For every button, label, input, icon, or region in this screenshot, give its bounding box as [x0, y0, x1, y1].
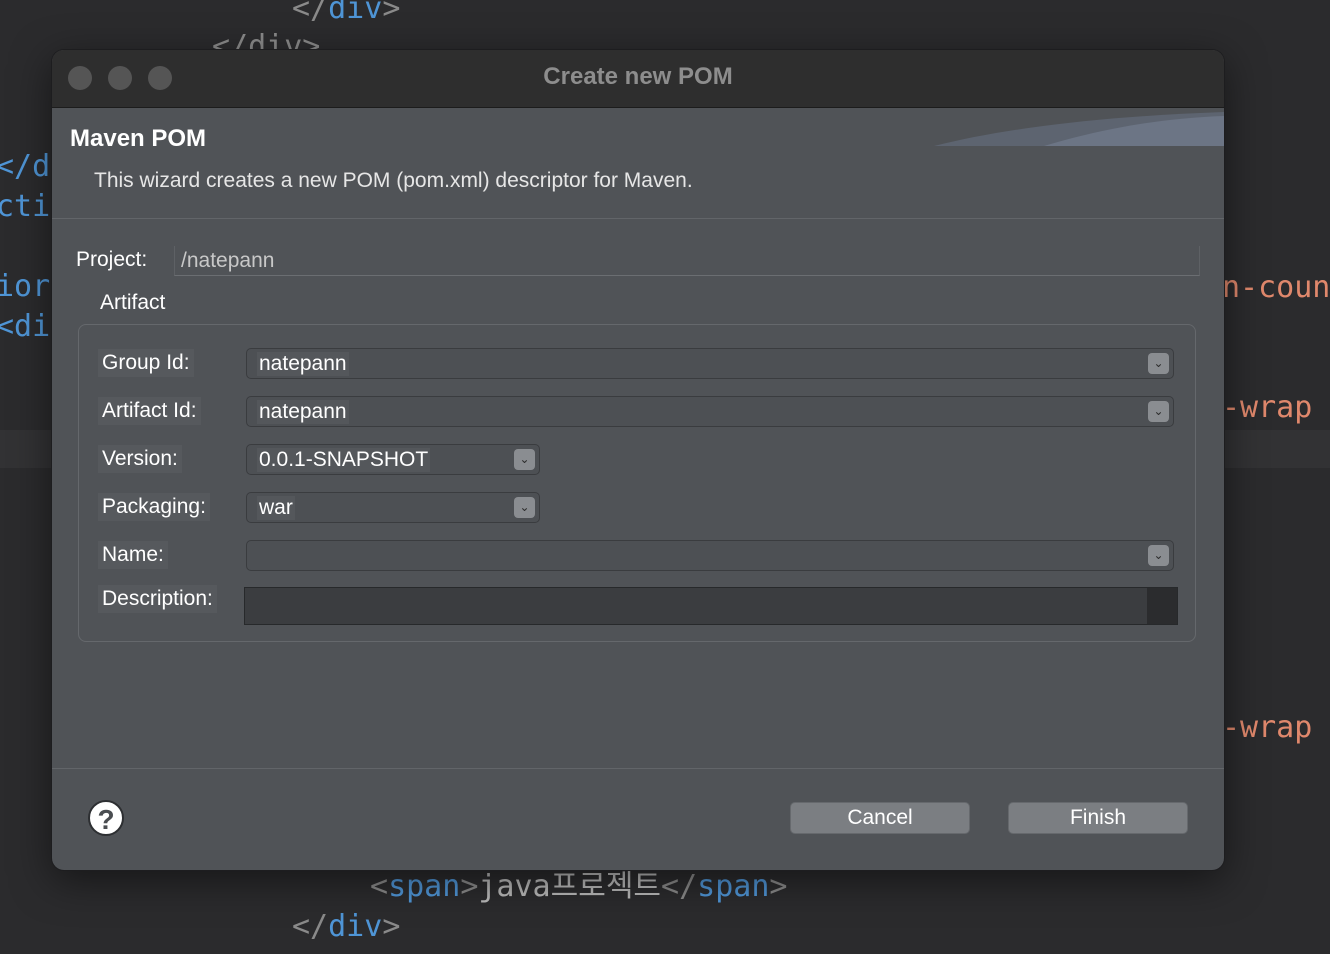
wizard-banner: Maven POM This wizard creates a new POM … — [52, 108, 1224, 218]
group-id-value: natepann — [257, 352, 349, 376]
project-field: /natepann — [174, 246, 1200, 276]
version-label: Version: — [98, 445, 182, 473]
artifact-id-label: Artifact Id: — [98, 397, 201, 425]
description-scrollbar[interactable] — [1147, 588, 1177, 624]
code-fragment-right-1: n-coun — [1222, 270, 1330, 305]
packaging-label: Packaging: — [98, 493, 210, 521]
code-line-close-div-top: </div> — [292, 0, 401, 26]
project-label: Project: — [76, 248, 148, 271]
help-icon[interactable]: ? — [88, 800, 124, 836]
footer-separator — [52, 768, 1224, 769]
banner-title: Maven POM — [70, 125, 207, 152]
artifact-group-title: Artifact — [100, 291, 166, 314]
group-id-label: Group Id: — [98, 349, 194, 377]
chevron-down-icon[interactable]: ⌄ — [1148, 401, 1169, 422]
create-pom-dialog: Create new POM Maven POM This wizard cre… — [52, 50, 1224, 870]
packaging-combo[interactable]: war ⌄ — [246, 492, 540, 523]
artifact-id-combo[interactable]: natepann ⌄ — [246, 396, 1174, 427]
finish-button[interactable]: Finish — [1008, 802, 1188, 834]
code-line-span: <span>java프로젝트</span> — [370, 869, 788, 904]
banner-separator — [52, 218, 1224, 219]
description-textarea[interactable] — [244, 587, 1178, 625]
chevron-down-icon[interactable]: ⌄ — [514, 497, 535, 518]
artifact-id-value: natepann — [257, 400, 349, 424]
chevron-down-icon[interactable]: ⌄ — [1148, 353, 1169, 374]
name-combo[interactable]: ⌄ — [246, 540, 1174, 571]
code-line-close-div-bottom: </div> — [292, 909, 401, 944]
packaging-value: war — [257, 496, 295, 520]
code-fragment-left-3: ior — [0, 269, 51, 304]
version-combo[interactable]: 0.0.1-SNAPSHOT ⌄ — [246, 444, 540, 475]
name-label: Name: — [98, 541, 168, 569]
version-value: 0.0.1-SNAPSHOT — [257, 448, 431, 472]
window-title: Create new POM — [543, 63, 733, 90]
title-bar: Create new POM — [52, 50, 1224, 108]
chevron-down-icon[interactable]: ⌄ — [1148, 545, 1169, 566]
description-label: Description: — [98, 585, 217, 613]
banner-description: This wizard creates a new POM (pom.xml) … — [94, 169, 693, 192]
chevron-down-icon[interactable]: ⌄ — [514, 449, 535, 470]
cancel-button[interactable]: Cancel — [790, 802, 970, 834]
code-fragment-right-2: -wrap — [1222, 390, 1313, 425]
code-fragment-right-3: -wrap — [1222, 710, 1313, 745]
wizard-banner-graphic — [934, 112, 1224, 146]
group-id-combo[interactable]: natepann ⌄ — [246, 348, 1174, 379]
